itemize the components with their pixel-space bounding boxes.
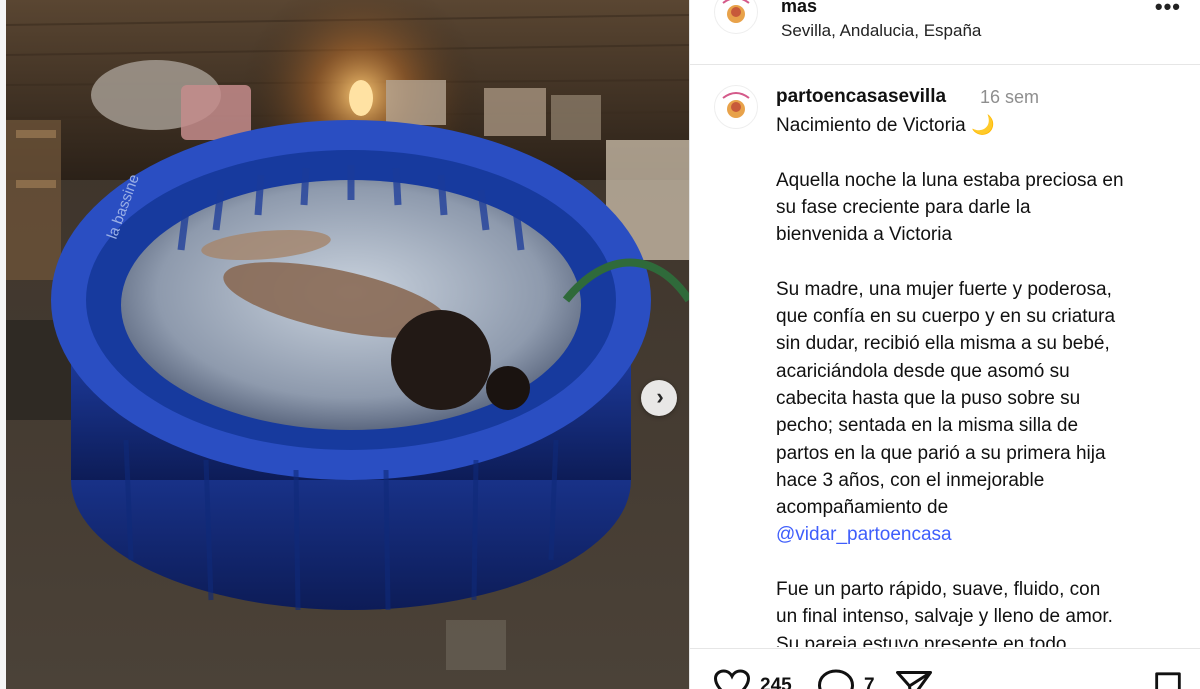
caption-line: acariciándola desde que asomó su — [776, 360, 1070, 382]
caption-area[interactable]: partoencasasevilla 16 sem Nacimiento de … — [690, 65, 1200, 647]
caption-line: Su madre, una mujer fuerte y poderosa, — [776, 278, 1112, 300]
comment-action[interactable]: 7 — [818, 669, 875, 689]
caption-line: partos en la que parió a su primera hija — [776, 442, 1106, 464]
mention-link[interactable]: @vidar_partoencasa — [776, 524, 952, 545]
chevron-right-icon: › — [656, 384, 664, 409]
post-photo[interactable]: la bassine › — [6, 0, 689, 689]
next-image-button[interactable]: › — [641, 380, 677, 416]
instagram-post-view: la bassine › mas Sevilla, Andalucia, Esp… — [0, 0, 1200, 689]
comment-count[interactable]: 7 — [864, 675, 875, 689]
save-action[interactable] — [1153, 671, 1183, 689]
birth-pool-photo: la bassine — [6, 0, 689, 689]
caption-title: Nacimiento de Victoria — [776, 115, 966, 136]
action-bar: 245 7 — [690, 648, 1200, 689]
caption-line: cabecita hasta que la puso sobre su — [776, 387, 1081, 409]
post-header: mas Sevilla, Andalucia, España ••• — [690, 0, 1200, 65]
moon-icon: 🌙 — [971, 115, 995, 136]
more-options-icon[interactable]: ••• — [1155, 0, 1181, 20]
like-action[interactable]: 245 — [714, 669, 792, 689]
like-count[interactable]: 245 — [760, 675, 792, 689]
caption-avatar[interactable] — [714, 85, 758, 129]
send-icon[interactable] — [896, 669, 932, 689]
caption-line: que confía en su cuerpo y en su criatura — [776, 306, 1116, 328]
post-location[interactable]: Sevilla, Andalucia, España — [781, 21, 981, 41]
caption-line: Fue un parto rápido, suave, fluido, con — [776, 579, 1101, 601]
caption-title-line: Nacimiento de Victoria 🌙 — [776, 112, 1176, 139]
caption-text: Nacimiento de Victoria 🌙 Aquella noche l… — [776, 112, 1176, 647]
account-name[interactable]: mas — [781, 0, 817, 17]
caption-line: Su pareja estuvo presente en todo — [776, 633, 1067, 647]
parto-logo-icon — [716, 87, 756, 127]
caption-line: acompañamiento de — [776, 497, 949, 519]
account-avatar[interactable] — [714, 0, 758, 34]
share-action[interactable] — [896, 669, 932, 689]
caption-line: bienvenida a Victoria — [776, 224, 953, 246]
post-sidebar: mas Sevilla, Andalucia, España ••• parto… — [689, 0, 1200, 689]
caption-line: Aquella noche la luna estaba preciosa en — [776, 169, 1124, 191]
bookmark-icon[interactable] — [1153, 671, 1183, 689]
caption-line: un final intenso, salvaje y lleno de amo… — [776, 606, 1113, 628]
caption-line: pecho; sentada en la misma silla de — [776, 415, 1079, 437]
caption-timestamp[interactable]: 16 sem — [980, 87, 1039, 108]
caption-line: sin dudar, recibió ella misma a su bebé, — [776, 333, 1110, 355]
caption-username[interactable]: partoencasasevilla — [776, 86, 946, 108]
caption-line: su fase creciente para darle la — [776, 196, 1031, 218]
comment-icon[interactable] — [818, 669, 854, 689]
heart-icon[interactable] — [714, 669, 750, 689]
parto-logo-icon — [716, 0, 756, 32]
caption-line: hace 3 años, con el inmejorable — [776, 469, 1045, 491]
